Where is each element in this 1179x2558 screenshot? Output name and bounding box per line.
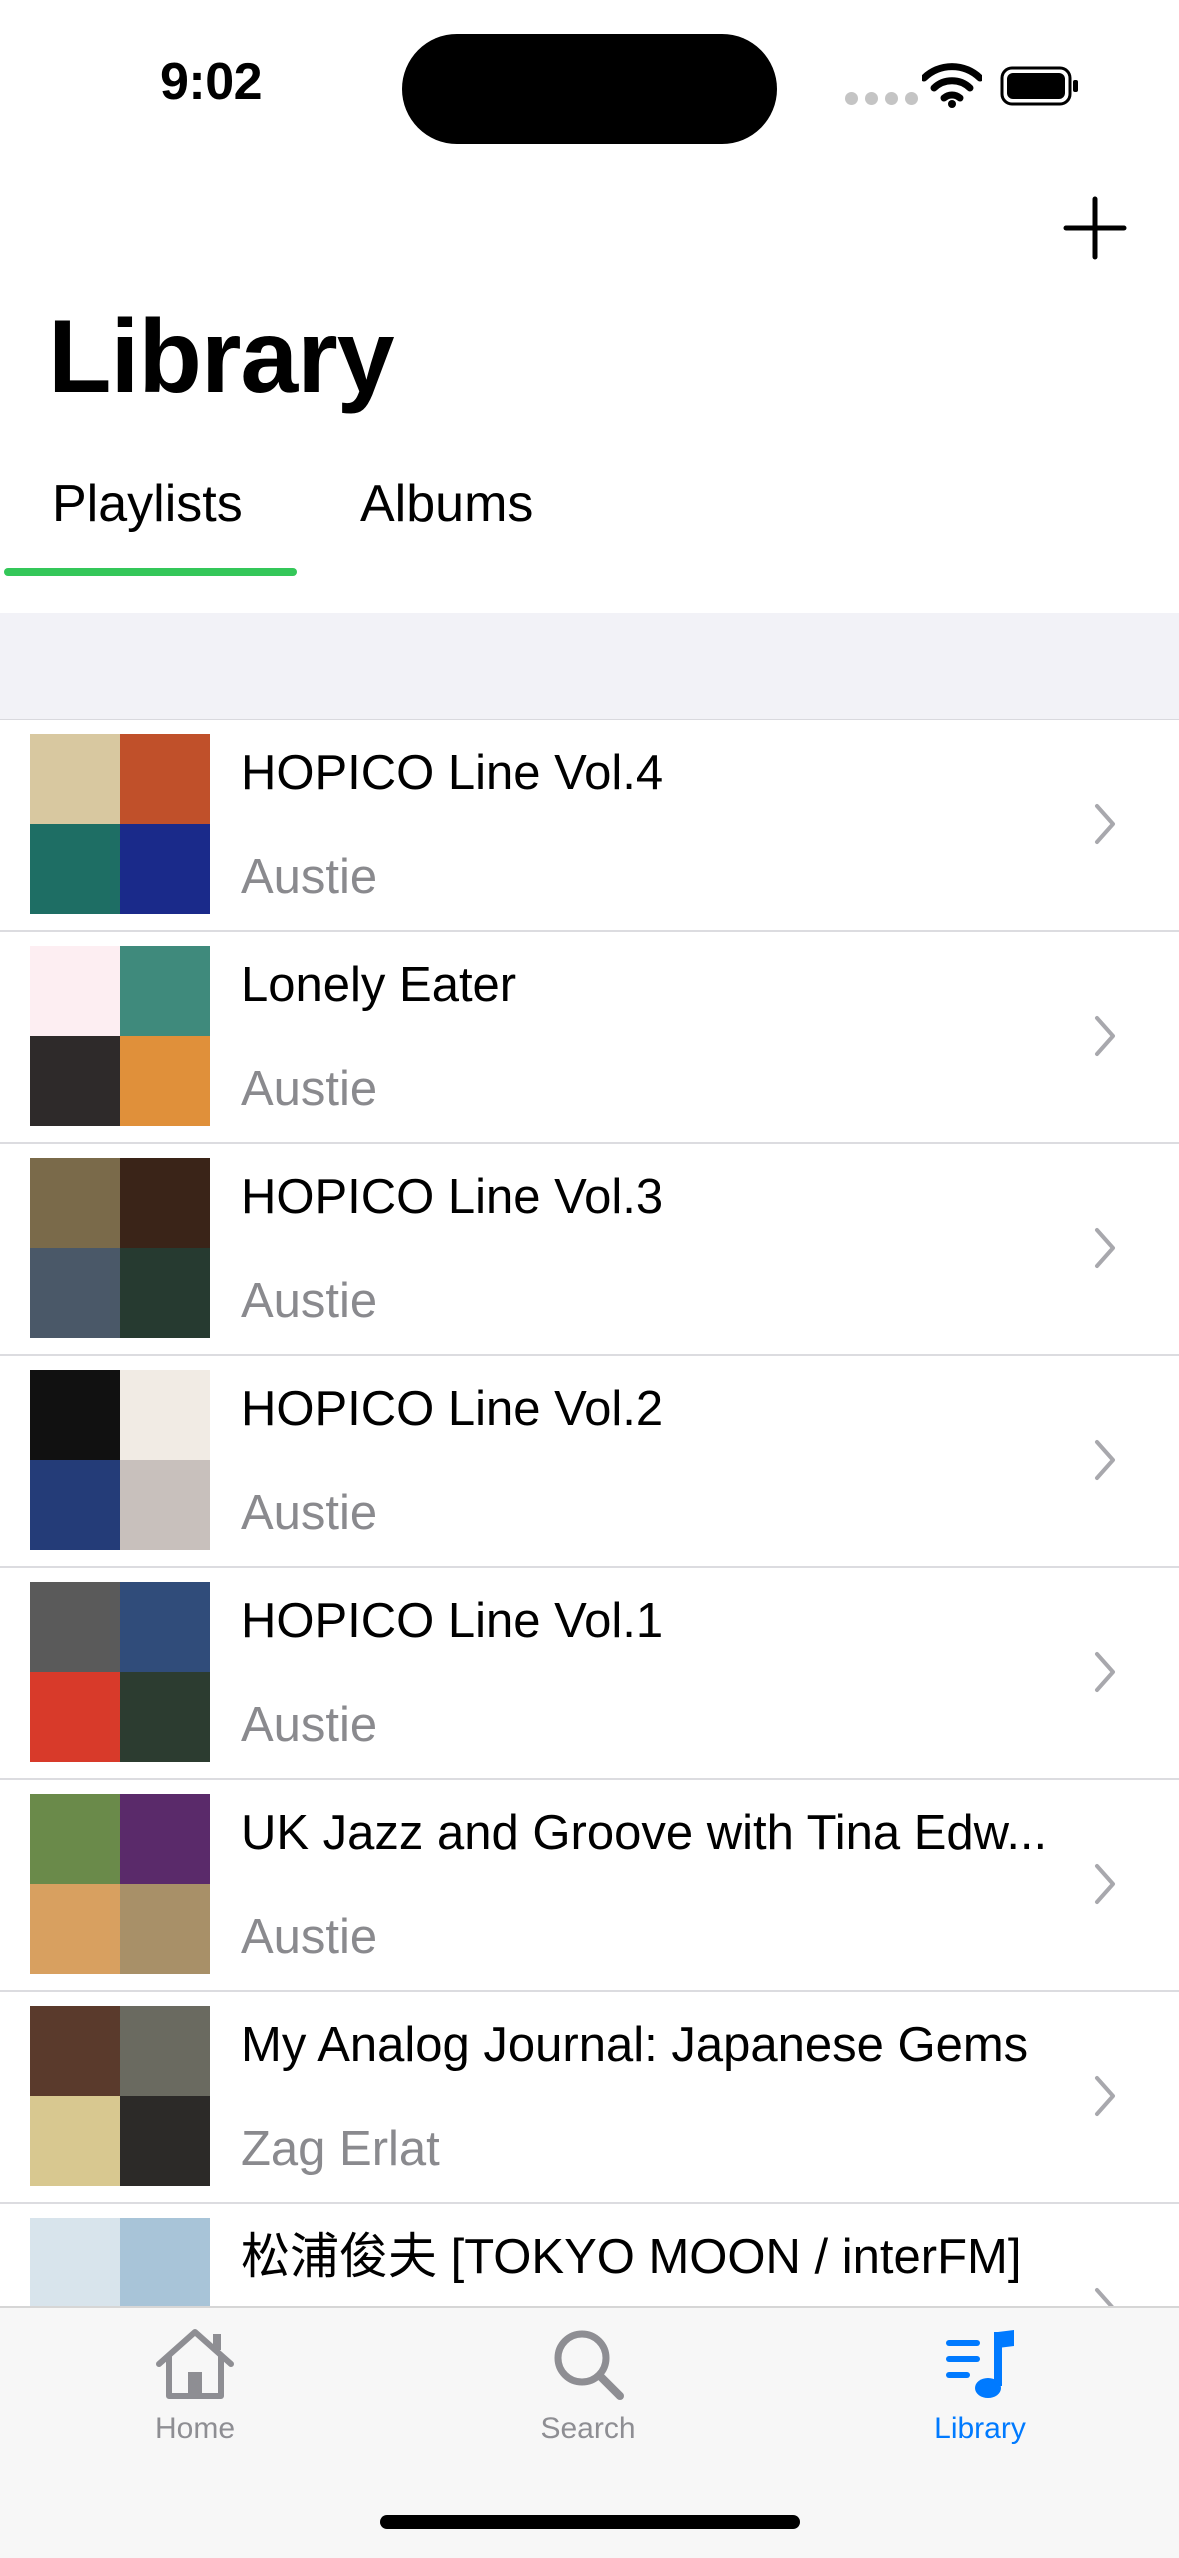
playlist-artwork	[30, 734, 210, 914]
chevron-right-icon	[1095, 1864, 1115, 1904]
section-separator	[0, 613, 1179, 720]
playlist-owner: Austie	[241, 1274, 378, 1328]
tab-bar-search-label: Search	[540, 2412, 636, 2445]
page-title: Library	[48, 299, 395, 415]
playlist-row[interactable]: HOPICO Line Vol.3 Austie	[0, 1144, 1179, 1356]
tab-bar-library-label: Library	[934, 2412, 1026, 2445]
music-library-icon	[946, 2330, 1014, 2398]
playlist-title: 松浦俊夫 [TOKYO MOON / interFM]	[241, 2230, 1022, 2284]
playlist-row[interactable]: HOPICO Line Vol.4 Austie	[0, 720, 1179, 932]
playlist-row[interactable]: UK Jazz and Groove with Tina Edw... Aust…	[0, 1780, 1179, 1992]
playlist-artwork	[30, 1794, 210, 1974]
playlist-title: HOPICO Line Vol.4	[241, 746, 664, 800]
dynamic-island	[402, 34, 777, 144]
tab-bar-home-label: Home	[154, 2412, 236, 2445]
tab-playlists[interactable]: Playlists	[52, 478, 243, 530]
playlist-row[interactable]: 松浦俊夫 [TOKYO MOON / interFM]	[0, 2204, 1179, 2306]
playlist-title: My Analog Journal: Japanese Gems	[241, 2018, 1029, 2072]
chevron-right-icon	[1095, 2076, 1115, 2116]
home-indicator	[380, 2515, 800, 2529]
wifi-icon	[922, 63, 982, 108]
selected-tab-indicator	[4, 568, 297, 576]
plus-icon[interactable]	[1062, 195, 1128, 261]
chevron-right-icon	[1095, 804, 1115, 844]
tab-bar-search[interactable]: Search	[488, 2326, 688, 2446]
playlist-title: UK Jazz and Groove with Tina Edw...	[241, 1806, 1048, 1860]
chevron-right-icon	[1095, 1652, 1115, 1692]
playlist-artwork	[30, 1582, 210, 1762]
tab-albums[interactable]: Albums	[360, 478, 533, 530]
playlist-row[interactable]: HOPICO Line Vol.1 Austie	[0, 1568, 1179, 1780]
chevron-right-icon	[1095, 1228, 1115, 1268]
battery-icon	[1000, 66, 1078, 106]
playlist-owner: Austie	[241, 1062, 378, 1116]
playlist-list[interactable]: HOPICO Line Vol.4 Austie Lonely Eater Au…	[0, 720, 1179, 2306]
home-icon	[156, 2329, 234, 2399]
cellular-signal-icon	[845, 92, 918, 105]
chevron-right-icon	[1095, 1016, 1115, 1056]
playlist-title: Lonely Eater	[241, 958, 517, 1012]
status-time: 9:02	[160, 53, 263, 111]
playlist-artwork	[30, 946, 210, 1126]
playlist-owner: Zag Erlat	[241, 2122, 440, 2176]
chevron-right-icon	[1095, 2288, 1114, 2306]
chevron-right-icon	[1095, 1440, 1115, 1480]
tab-bar-home[interactable]: Home	[95, 2326, 295, 2446]
playlist-owner: Austie	[241, 1486, 378, 1540]
playlist-owner: Austie	[241, 1698, 378, 1752]
playlist-artwork	[30, 2006, 210, 2186]
playlist-artwork	[30, 1370, 210, 1550]
playlist-artwork	[30, 2218, 210, 2306]
playlist-row[interactable]: HOPICO Line Vol.2 Austie	[0, 1356, 1179, 1568]
playlist-artwork	[30, 1158, 210, 1338]
playlist-owner: Austie	[241, 850, 378, 904]
playlist-owner: Austie	[241, 1910, 378, 1964]
tab-bar-library[interactable]: Library	[880, 2326, 1080, 2446]
search-icon	[554, 2330, 624, 2400]
playlist-title: HOPICO Line Vol.2	[241, 1382, 664, 1436]
playlist-row[interactable]: Lonely Eater Austie	[0, 932, 1179, 1144]
playlist-title: HOPICO Line Vol.1	[241, 1594, 664, 1648]
playlist-title: HOPICO Line Vol.3	[241, 1170, 664, 1224]
playlist-row[interactable]: My Analog Journal: Japanese Gems Zag Erl…	[0, 1992, 1179, 2204]
